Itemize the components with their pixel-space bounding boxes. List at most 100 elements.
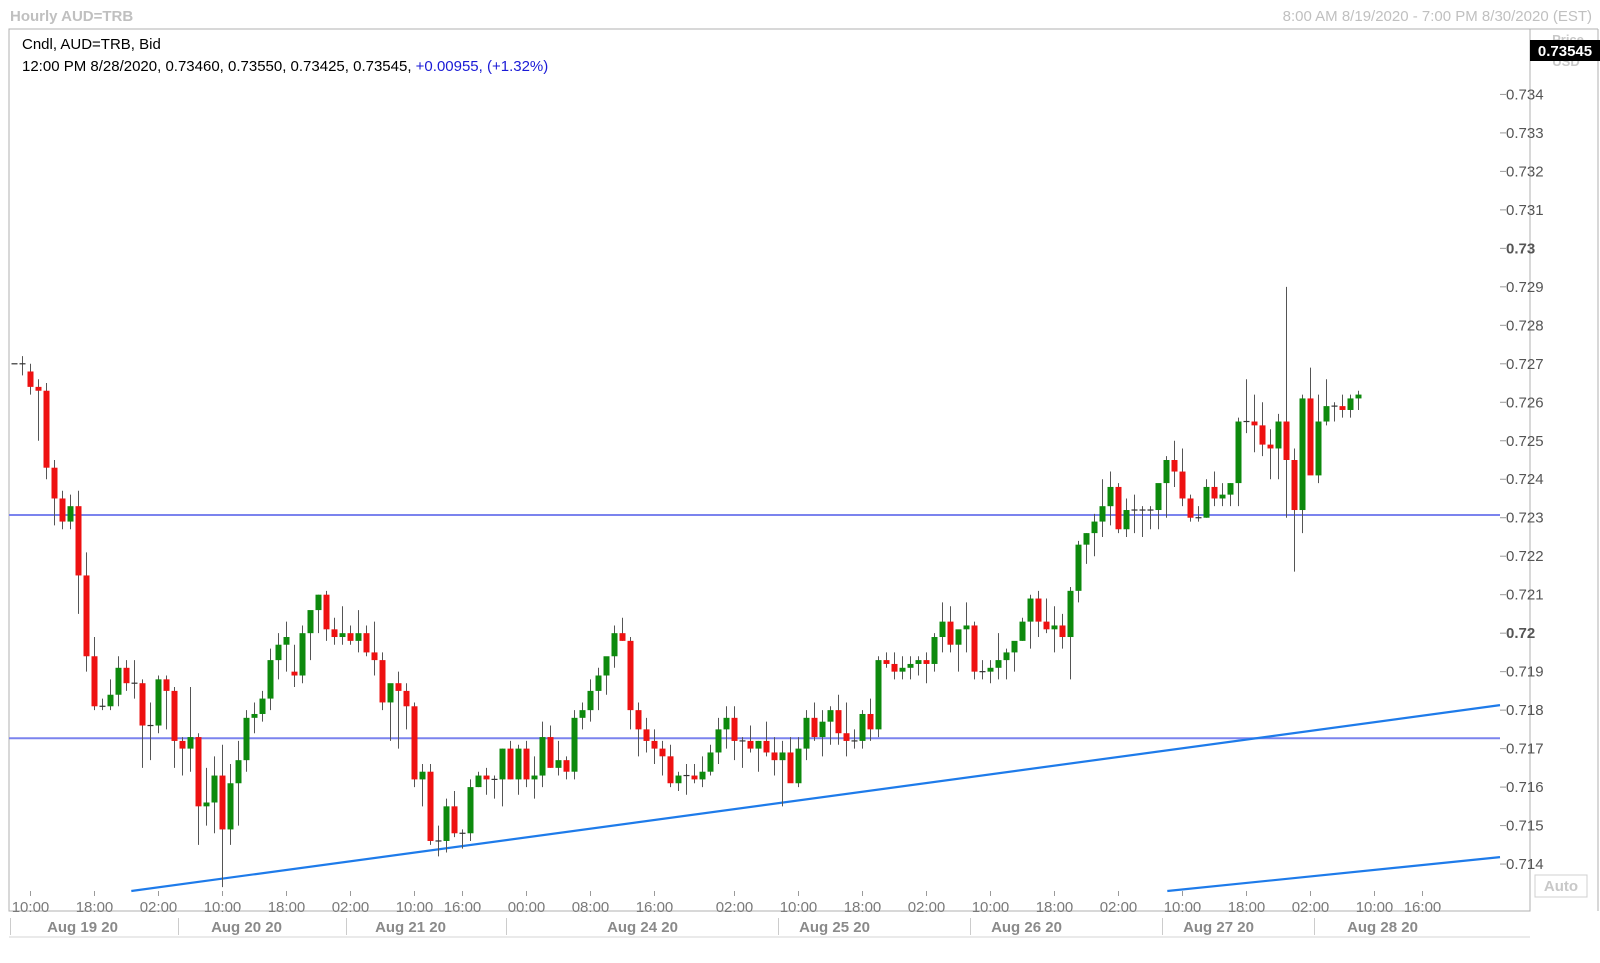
candle-body (155, 679, 162, 726)
candle-body (891, 663, 898, 672)
candle-body (1019, 621, 1026, 641)
y-tick-label: 0.718 (1506, 702, 1544, 719)
candle-body (187, 737, 194, 749)
x-tick-label: 10:00 (204, 899, 242, 916)
candle-body (219, 775, 226, 830)
candle-body (1291, 460, 1298, 511)
candle-body (1315, 421, 1322, 476)
info-series: Cndl, AUD=TRB, Bid (22, 36, 161, 53)
candle-body (1035, 598, 1042, 622)
chart-title: Hourly AUD=TRB (10, 8, 133, 25)
candle-body (35, 386, 42, 391)
candle-body (475, 775, 482, 788)
candle-body (995, 660, 1002, 668)
candle-body (1179, 471, 1186, 499)
candle-body (1323, 406, 1330, 422)
x-tick-label: 02:00 (140, 899, 178, 916)
candle-body (611, 633, 618, 657)
candle-body (387, 683, 394, 703)
auto-scale-button[interactable]: Auto (1534, 874, 1588, 898)
candle-body (723, 717, 730, 730)
candle-body (139, 683, 146, 726)
candle-body (627, 640, 634, 711)
candle-body (619, 633, 626, 641)
candle-body (203, 802, 210, 807)
candle-body (811, 717, 818, 738)
candle-body (1251, 421, 1258, 426)
candle-body (1075, 544, 1082, 591)
x-tick-label: 08:00 (572, 899, 610, 916)
candle-body (307, 610, 314, 634)
candle-body (43, 390, 50, 468)
candle-body (947, 621, 954, 645)
x-tick-label: 00:00 (508, 899, 546, 916)
x-tick-label: 02:00 (1100, 899, 1138, 916)
y-tick-label: 0.714 (1506, 856, 1544, 873)
candle-body (1163, 460, 1170, 484)
y-tick-label: 0.73 (1506, 240, 1535, 257)
candle-body (843, 733, 850, 741)
y-tick-label: 0.716 (1506, 779, 1544, 796)
auto-scale-label[interactable]: Auto (1544, 878, 1578, 895)
candle-body (1059, 625, 1066, 638)
candle-body (1027, 598, 1034, 622)
x-tick-label: 18:00 (76, 899, 114, 916)
x-tick-label: 16:00 (444, 899, 482, 916)
candle-body (507, 748, 514, 780)
candle-body (299, 633, 306, 676)
candle-body (1091, 521, 1098, 534)
y-tick-label: 0.731 (1506, 202, 1544, 219)
y-tick-label: 0.733 (1506, 125, 1544, 142)
date-range: 8:00 AM 8/19/2020 - 7:00 PM 8/30/2020 (E… (1283, 8, 1592, 25)
candle-body (395, 683, 402, 691)
date-label: Aug 21 20 (375, 919, 446, 936)
y-tick-label: 0.724 (1506, 471, 1544, 488)
y-tick-label: 0.72 (1506, 625, 1535, 642)
candle-body (547, 737, 554, 768)
candle-body (363, 633, 370, 653)
candle-body (1299, 398, 1306, 511)
y-tick-label: 0.732 (1506, 163, 1544, 180)
candle-body (603, 656, 610, 676)
candle-body (251, 713, 258, 718)
x-tick-label: 18:00 (844, 899, 882, 916)
candle-body (827, 710, 834, 722)
candle-body (779, 752, 786, 761)
candle (43, 383, 50, 480)
candle-body (403, 690, 410, 707)
candle-body (771, 752, 778, 761)
x-tick-label: 02:00 (332, 899, 370, 916)
y-tick-label: 0.728 (1506, 317, 1544, 334)
y-tick-label: 0.717 (1506, 741, 1544, 758)
candle-body (211, 775, 218, 803)
candle-body (915, 660, 922, 664)
candle-body (1275, 421, 1282, 449)
candle (467, 779, 474, 841)
x-tick-label: 10:00 (1356, 899, 1394, 916)
candle-body (763, 740, 770, 753)
candle (155, 675, 162, 734)
candle-body (195, 737, 202, 807)
candle-body (59, 498, 66, 522)
candle-body (539, 737, 546, 776)
x-tick-label: 10:00 (780, 899, 818, 916)
x-tick-label: 02:00 (716, 899, 754, 916)
candle-body (803, 717, 810, 749)
candle-body (555, 760, 562, 768)
chart-window: Hourly AUD=TRB 8:00 AM 8/19/2020 - 7:00 … (0, 0, 1600, 958)
candle-body (1219, 494, 1226, 499)
candle-body (419, 771, 426, 780)
candle-body (531, 775, 538, 780)
candle-body (515, 748, 522, 780)
candle-body (51, 467, 58, 499)
candle-body (1267, 444, 1274, 449)
candle-body (907, 663, 914, 668)
x-tick-label: 18:00 (1036, 899, 1074, 916)
candle-body (355, 633, 362, 641)
candle-body (259, 698, 266, 714)
candle-body (1355, 394, 1362, 399)
candle-body (899, 667, 906, 672)
info-change: +0.00955, (+1.32%) (416, 58, 549, 75)
date-label: Aug 25 20 (799, 919, 870, 936)
candle-body (283, 637, 290, 645)
